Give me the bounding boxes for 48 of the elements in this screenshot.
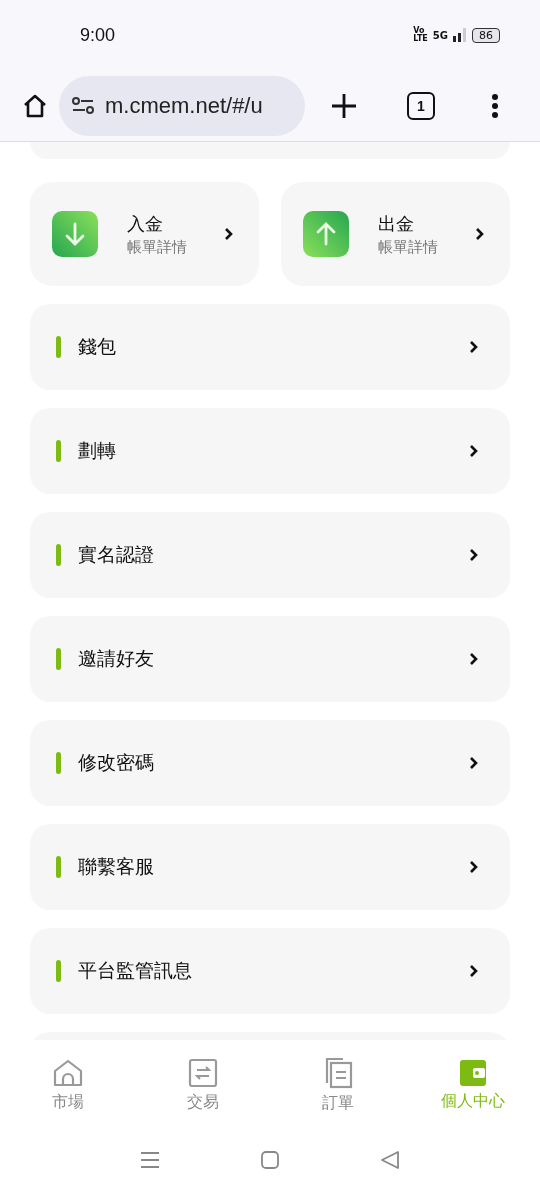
accent-bar <box>56 856 61 878</box>
card-title: 出金 <box>378 211 415 236</box>
chevron-icon <box>469 548 478 562</box>
accent-bar <box>56 544 61 566</box>
tab-count-button[interactable]: 1 <box>407 91 435 120</box>
quick-card[interactable]: 入金 帳單詳情 <box>30 182 259 286</box>
chevron-icon <box>469 756 478 770</box>
card-title: 入金 <box>127 211 164 236</box>
menu-item[interactable]: 劃轉 <box>30 408 510 494</box>
more-icon[interactable] <box>491 92 499 119</box>
menu-item[interactable]: 平台監管訊息 <box>30 928 510 1014</box>
accent-bar <box>56 336 61 358</box>
accent-bar <box>56 440 61 462</box>
card-subtitle: 帳單詳情 <box>127 237 188 257</box>
network-type: 5G <box>432 29 448 41</box>
nav-tab[interactable]: 市場 <box>0 1057 135 1113</box>
exchange-icon <box>187 1057 218 1088</box>
address-bar[interactable]: m.cmem.net/#/u <box>59 75 305 136</box>
plus-icon[interactable] <box>331 92 357 119</box>
status-time: 9:00 <box>80 24 116 46</box>
chevron-icon <box>469 964 478 978</box>
square-icon[interactable] <box>260 1150 280 1170</box>
menu-item[interactable]: 實名認證 <box>30 512 510 598</box>
menu-item[interactable]: 邀請好友 <box>30 616 510 702</box>
accent-bar <box>56 648 61 670</box>
wallet-icon <box>458 1058 487 1087</box>
menu-icon[interactable] <box>140 1151 160 1169</box>
menu-item[interactable]: 聯繫客服 <box>30 824 510 910</box>
site-settings-icon[interactable] <box>71 94 95 117</box>
accent-bar <box>56 752 61 774</box>
chevron-icon <box>469 652 478 666</box>
chevron-icon <box>469 860 478 874</box>
volte-indicator: Vo LTE <box>413 27 428 43</box>
nav-tab[interactable]: 訂單 <box>270 1056 405 1114</box>
house-icon <box>51 1057 84 1088</box>
back-icon[interactable] <box>380 1150 400 1170</box>
quick-card[interactable]: 出金 帳單詳情 <box>281 182 510 286</box>
card-subtitle: 帳單詳情 <box>378 237 439 257</box>
accent-bar <box>56 960 61 982</box>
nav-tab[interactable]: 交易 <box>135 1057 270 1113</box>
battery-indicator: 86 <box>472 27 500 43</box>
chevron-icon <box>469 444 478 458</box>
signal-icon <box>453 28 467 42</box>
menu-item[interactable]: 錢包 <box>30 304 510 390</box>
menu-item[interactable]: 修改密碼 <box>30 720 510 806</box>
chevron-icon <box>469 340 478 354</box>
chevron-icon <box>224 227 233 241</box>
chevron-icon <box>475 227 484 241</box>
